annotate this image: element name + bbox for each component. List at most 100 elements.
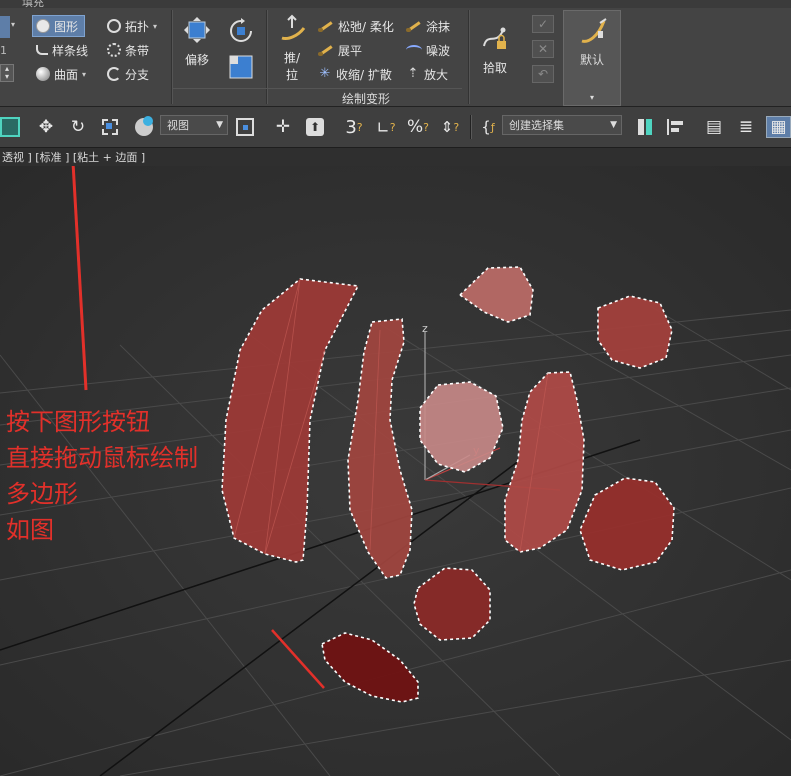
pick-label: 拾取: [482, 61, 507, 75]
relax-soften-button[interactable]: 松弛/ 柔化: [318, 16, 394, 36]
surface-label: 曲面: [54, 67, 79, 82]
align-icon[interactable]: [664, 116, 690, 138]
angle-snap-icon[interactable]: ∟?: [372, 116, 400, 138]
ribbon-divider-3: [468, 10, 470, 104]
annotation-line-2: 直接拖动鼠标绘制: [6, 444, 198, 472]
edit-named-selection-icon[interactable]: {ƒ: [474, 116, 502, 138]
annotation-line-4: 如图: [6, 516, 54, 544]
pick-curve-lock-icon: [483, 27, 506, 49]
strip-label: 条带: [125, 43, 150, 58]
select-manipulate-icon[interactable]: ✛: [270, 116, 296, 138]
undo-arrow-button[interactable]: ↶: [532, 65, 554, 83]
amplify-label: 放大: [424, 67, 449, 82]
surface-icon: [36, 67, 50, 81]
left-edge-control[interactable]: [0, 16, 10, 38]
ribbon-top-strip: 填充: [0, 0, 791, 8]
offset-button[interactable]: 偏移: [178, 16, 216, 68]
noise-label: 噪波: [426, 43, 451, 58]
main-toolbar: ✥ ↻ 视图 ▼ ✛ ⬆ 3? ∟? %? ⇕? {ƒ 创建选择集 ▼ ▤ ≣ …: [0, 107, 791, 148]
move-icon[interactable]: ✥: [34, 116, 58, 138]
push-pull-label-1: 推/: [283, 51, 301, 65]
percent-snap-icon[interactable]: %?: [404, 116, 432, 138]
annotation-line-1: 按下图形按钮: [6, 408, 150, 436]
conform-icon[interactable]: [228, 54, 254, 80]
mirror-icon[interactable]: [632, 116, 658, 138]
left-edge-dropdown-icon[interactable]: ▾: [11, 20, 15, 29]
branch-icon: [107, 67, 121, 81]
smear-label: 涂抹: [426, 19, 451, 34]
ribbon: 填充 ▾ ▴ ▾ 1 图形 样条线 曲面 ▾ 拓扑 ▾ 条带 分支 偏移 推/ …: [0, 0, 791, 107]
topology-label: 拓扑: [125, 19, 150, 34]
amplify-button[interactable]: ⇡ 放大: [406, 64, 448, 84]
paint-deform-group-bar: [172, 88, 462, 89]
view-dropdown-arrow-icon: ▼: [216, 120, 223, 130]
ribbon-toggle-icon[interactable]: ▦: [766, 116, 791, 138]
default-panel[interactable]: 默认 ▾: [563, 10, 621, 106]
spline-icon: [36, 45, 48, 55]
surface-dropdown-icon[interactable]: ▾: [82, 70, 86, 79]
annotation-text: 按下图形按钮 直接拖动鼠标绘制 多边形 如图: [6, 404, 198, 548]
noise-button[interactable]: 噪波: [406, 40, 450, 60]
branch-label: 分支: [125, 67, 150, 82]
selection-set-arrow-icon: ▼: [610, 120, 617, 130]
offset-icon: [184, 17, 210, 43]
flatten-label: 展平: [338, 43, 363, 58]
toggle-scene-explorer-icon[interactable]: ▤: [702, 116, 726, 138]
amplify-icon: ⇡: [407, 66, 419, 81]
annotation-line-3: 多边形: [6, 480, 78, 508]
left-edge-spinner[interactable]: ▴ ▾: [0, 64, 14, 82]
pinch-spread-icon: ✳: [319, 66, 331, 81]
push-pull-label-2: 拉: [285, 68, 298, 82]
rotate-refresh-icon[interactable]: [228, 18, 254, 44]
topology-icon: [107, 19, 121, 33]
scale-icon[interactable]: [98, 116, 122, 138]
pinch-spread-label: 收缩/ 扩散: [336, 67, 392, 82]
axis-z-label: z: [422, 322, 428, 335]
smear-button[interactable]: 涂抹: [406, 16, 450, 36]
spline-label: 样条线: [52, 43, 89, 58]
topology-button[interactable]: 拓扑 ▾: [107, 16, 157, 36]
topology-dropdown-icon[interactable]: ▾: [153, 22, 157, 31]
cancel-x-button[interactable]: ✕: [532, 40, 554, 58]
pinch-spread-button[interactable]: ✳ 收缩/ 扩散: [318, 64, 392, 84]
noise-wave-icon: [406, 45, 422, 55]
snap-3d-icon[interactable]: 3?: [340, 116, 368, 138]
shape-label: 图形: [54, 19, 79, 34]
left-edge-value: 1: [0, 44, 7, 57]
selection-set-value: 创建选择集: [509, 119, 564, 132]
keyboard-shortcut-icon[interactable]: ⬆: [304, 116, 326, 138]
toolbar-separator: [470, 115, 472, 139]
ribbon-divider-2: [266, 10, 268, 104]
rotate-icon[interactable]: ↻: [66, 116, 90, 138]
view-dropdown-value: 视图: [167, 119, 189, 132]
named-selection-set-dropdown[interactable]: 创建选择集 ▼: [502, 115, 622, 135]
spinner-snap-icon[interactable]: ⇕?: [436, 116, 464, 138]
fill-tab-label[interactable]: 填充: [22, 0, 44, 8]
reference-coordinate-dropdown[interactable]: 视图 ▼: [160, 115, 228, 135]
commit-check-button[interactable]: ✓: [532, 15, 554, 33]
viewport-label-bar: 透视 ] [标准 ] [粘土 + 边面 ]: [0, 148, 791, 166]
spline-button[interactable]: 样条线: [36, 40, 88, 60]
flatten-brush-icon: [318, 44, 334, 56]
offset-label: 偏移: [184, 53, 209, 67]
branch-button[interactable]: 分支: [107, 64, 149, 84]
toggle-layer-explorer-icon[interactable]: ≣: [734, 116, 758, 138]
flatten-button[interactable]: 展平: [318, 40, 362, 60]
ribbon-divider-1: [171, 10, 173, 104]
placement-icon[interactable]: [130, 116, 158, 138]
default-label: 默认: [579, 53, 604, 67]
shape-button[interactable]: 图形: [32, 15, 86, 37]
viewport-label[interactable]: 透视 ] [标准 ] [粘土 + 边面 ]: [2, 149, 145, 165]
shape-icon: [36, 19, 50, 33]
paint-deform-group-label: 绘制变形: [342, 92, 391, 106]
default-expand-icon[interactable]: ▾: [564, 93, 620, 102]
strip-icon: [107, 43, 121, 57]
default-brush-icon: [581, 18, 607, 43]
select-region-icon[interactable]: [0, 117, 20, 137]
strip-button[interactable]: 条带: [107, 40, 149, 60]
relax-brush-icon: [318, 20, 334, 32]
pivot-center-icon[interactable]: [232, 116, 258, 138]
surface-button[interactable]: 曲面 ▾: [36, 64, 86, 84]
push-pull-button[interactable]: 推/ 拉: [272, 14, 312, 83]
pick-button[interactable]: 拾取: [476, 24, 514, 76]
